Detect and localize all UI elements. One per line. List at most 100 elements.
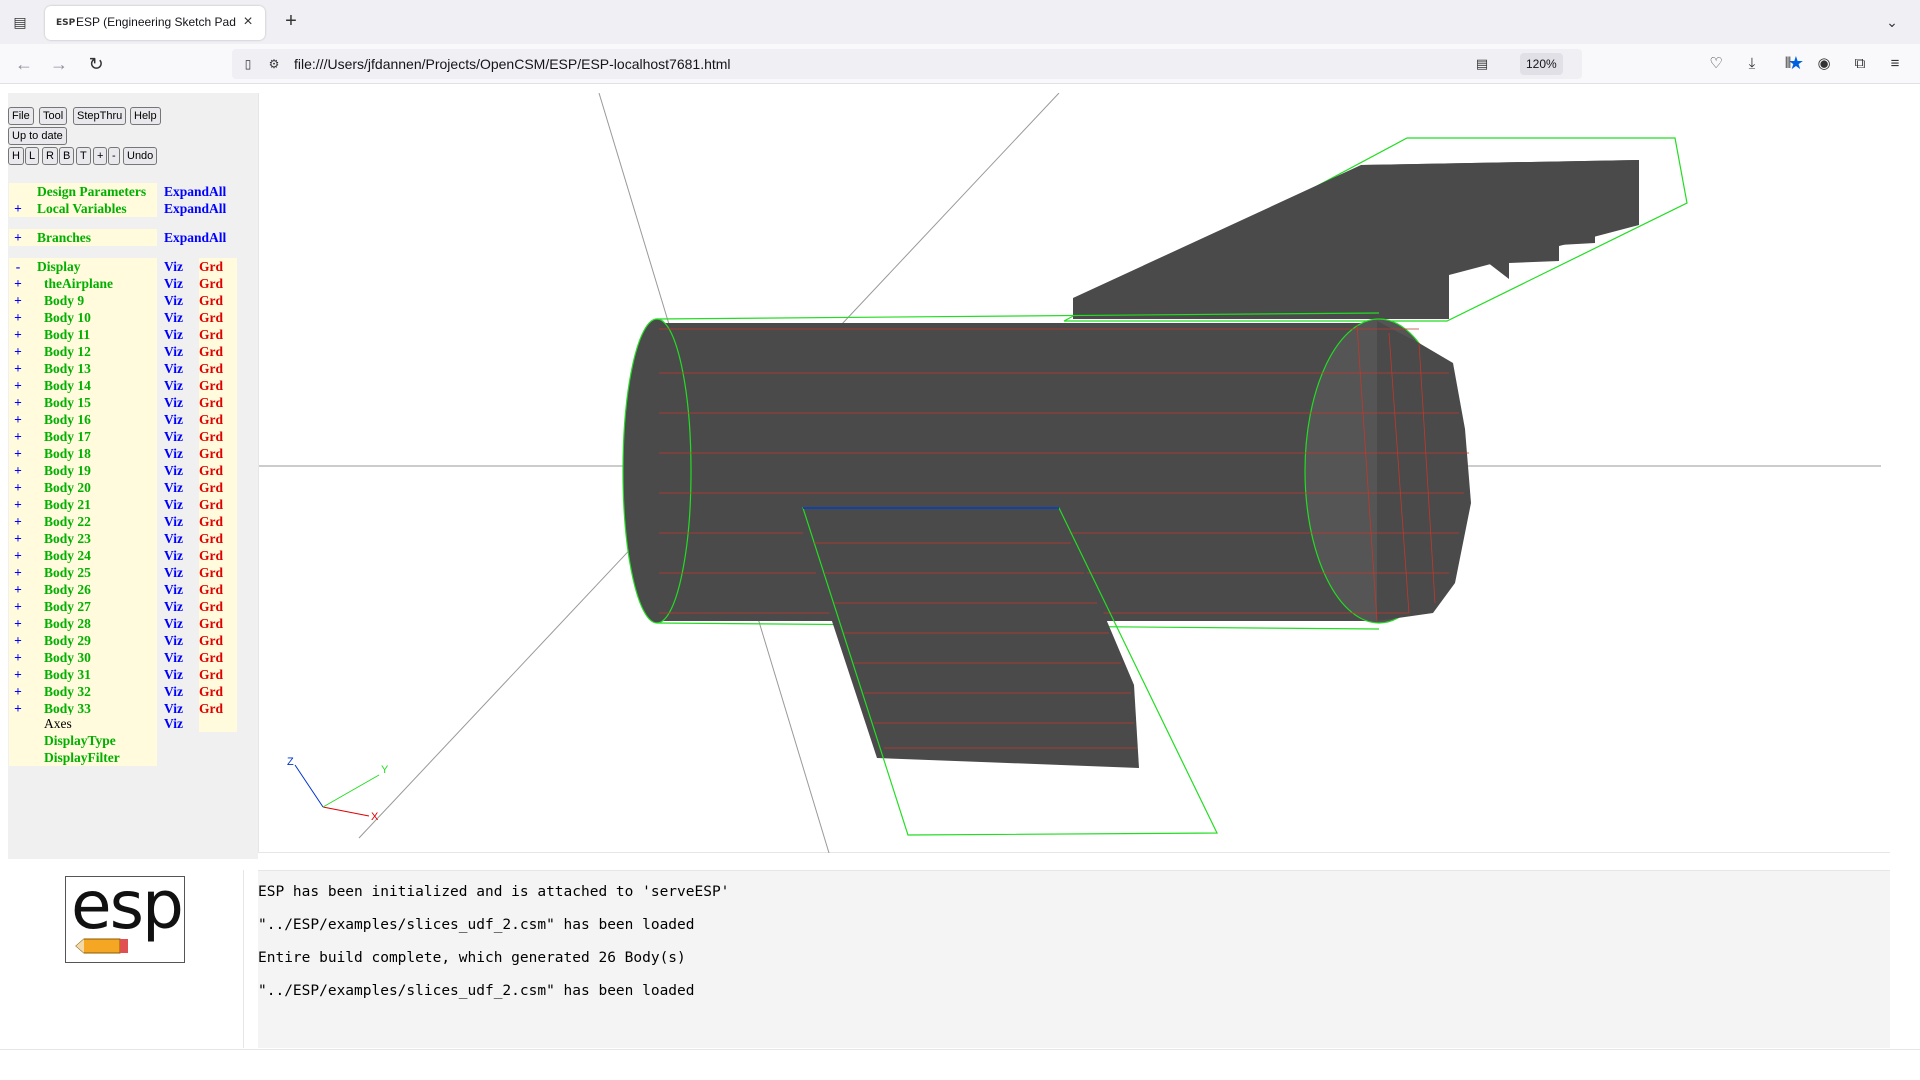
- body-label[interactable]: Body 32: [27, 683, 157, 700]
- viz-toggle[interactable]: Viz: [164, 666, 194, 683]
- viz-toggle[interactable]: Viz: [164, 496, 194, 513]
- body-label[interactable]: Body 31: [27, 666, 157, 683]
- file-button[interactable]: File: [8, 107, 34, 125]
- expand-toggle[interactable]: +: [9, 683, 27, 700]
- expand-toggle[interactable]: +: [9, 309, 27, 326]
- expand-toggle[interactable]: +: [9, 411, 27, 428]
- grd-toggle[interactable]: Grd: [199, 428, 237, 445]
- expand-toggle[interactable]: +: [9, 496, 27, 513]
- viz-toggle[interactable]: Viz: [164, 462, 194, 479]
- body-label[interactable]: Body 23: [27, 530, 157, 547]
- grd-toggle[interactable]: Grd: [199, 343, 237, 360]
- body-label[interactable]: Body 30: [27, 649, 157, 666]
- body-label[interactable]: Body 24: [27, 547, 157, 564]
- grd-toggle[interactable]: Grd: [199, 445, 237, 462]
- viz-toggle[interactable]: Viz: [164, 428, 194, 445]
- body-label[interactable]: Body 15: [27, 394, 157, 411]
- body-label[interactable]: theAirplane: [27, 275, 157, 292]
- expand-toggle[interactable]: +: [9, 666, 27, 683]
- grd-toggle[interactable]: Grd: [199, 377, 237, 394]
- grd-toggle[interactable]: Grd: [199, 513, 237, 530]
- viz-toggle[interactable]: Viz: [164, 258, 194, 275]
- grd-toggle[interactable]: Grd: [199, 275, 237, 292]
- expand-toggle[interactable]: +: [9, 343, 27, 360]
- grd-toggle[interactable]: Grd: [199, 496, 237, 513]
- expand-all-link[interactable]: ExpandAll: [164, 200, 234, 217]
- body-label[interactable]: Body 20: [27, 479, 157, 496]
- viz-toggle[interactable]: Viz: [164, 275, 194, 292]
- viz-toggle[interactable]: Viz: [164, 411, 194, 428]
- viz-toggle[interactable]: Viz: [164, 292, 194, 309]
- viz-toggle[interactable]: Viz: [164, 615, 194, 632]
- expand-toggle[interactable]: +: [9, 200, 27, 217]
- grd-toggle[interactable]: Grd: [199, 564, 237, 581]
- expand-toggle[interactable]: +: [9, 581, 27, 598]
- grd-toggle[interactable]: Grd: [199, 360, 237, 377]
- menu-icon[interactable]: ≡: [1884, 53, 1906, 75]
- view-right-button[interactable]: R: [42, 147, 58, 165]
- grd-toggle[interactable]: Grd: [199, 292, 237, 309]
- tool-button[interactable]: Tool: [39, 107, 68, 125]
- view-top-button[interactable]: T: [76, 147, 91, 165]
- grd-toggle[interactable]: Grd: [199, 632, 237, 649]
- expand-toggle[interactable]: +: [9, 632, 27, 649]
- grd-toggle[interactable]: Grd: [199, 598, 237, 615]
- body-label[interactable]: Body 21: [27, 496, 157, 513]
- tree-label[interactable]: Local Variables: [27, 200, 157, 217]
- grd-toggle[interactable]: Grd: [199, 615, 237, 632]
- expand-toggle[interactable]: +: [9, 649, 27, 666]
- zoom-in-button[interactable]: +: [93, 147, 108, 165]
- expand-toggle[interactable]: +: [9, 229, 27, 246]
- viz-toggle[interactable]: Viz: [164, 513, 194, 530]
- viz-toggle[interactable]: Viz: [164, 715, 194, 732]
- body-label[interactable]: Body 14: [27, 377, 157, 394]
- expand-toggle[interactable]: +: [9, 598, 27, 615]
- view-home-button[interactable]: H: [8, 147, 24, 165]
- chevron-down-icon[interactable]: ⌄: [1882, 12, 1902, 32]
- zoom-out-button[interactable]: -: [108, 147, 120, 165]
- body-label[interactable]: Body 11: [27, 326, 157, 343]
- grd-toggle[interactable]: Grd: [199, 326, 237, 343]
- expand-all-link[interactable]: ExpandAll: [164, 229, 234, 246]
- tree-label[interactable]: Branches: [27, 229, 157, 246]
- viz-toggle[interactable]: Viz: [164, 343, 194, 360]
- account-icon[interactable]: ◉: [1813, 53, 1835, 75]
- browser-tab[interactable]: ESP ESP (Engineering Sketch Pad, V ×: [45, 6, 265, 40]
- tree-label[interactable]: Design Parameters: [27, 183, 157, 200]
- tree-label[interactable]: DisplayFilter: [27, 749, 157, 766]
- status-button[interactable]: Up to date: [8, 127, 67, 145]
- message-window[interactable]: ESP has been initialized and is attached…: [258, 870, 1890, 1048]
- tree-label[interactable]: Axes: [27, 715, 157, 732]
- body-label[interactable]: Body 16: [27, 411, 157, 428]
- grd-toggle[interactable]: Grd: [199, 547, 237, 564]
- body-label[interactable]: Body 28: [27, 615, 157, 632]
- view-left-button[interactable]: L: [25, 147, 40, 165]
- expand-all-link[interactable]: ExpandAll: [164, 183, 234, 200]
- expand-toggle[interactable]: +: [9, 394, 27, 411]
- url-text[interactable]: file:///Users/jfdannen/Projects/OpenCSM/…: [294, 56, 731, 72]
- tree-label[interactable]: DisplayType: [27, 732, 157, 749]
- body-label[interactable]: Body 9: [27, 292, 157, 309]
- viz-toggle[interactable]: Viz: [164, 598, 194, 615]
- grd-toggle[interactable]: Grd: [199, 530, 237, 547]
- expand-toggle[interactable]: +: [9, 547, 27, 564]
- body-label[interactable]: Body 13: [27, 360, 157, 377]
- model-canvas[interactable]: X Y Z: [259, 93, 1891, 853]
- viz-toggle[interactable]: Viz: [164, 445, 194, 462]
- expand-toggle[interactable]: +: [9, 360, 27, 377]
- viz-toggle[interactable]: Viz: [164, 377, 194, 394]
- expand-toggle[interactable]: +: [9, 462, 27, 479]
- expand-toggle[interactable]: +: [9, 513, 27, 530]
- collapse-toggle[interactable]: -: [9, 258, 27, 275]
- body-label[interactable]: Body 22: [27, 513, 157, 530]
- pocket-icon[interactable]: ♡: [1705, 53, 1727, 75]
- new-tab-button[interactable]: +: [280, 10, 302, 32]
- expand-toggle[interactable]: +: [9, 275, 27, 292]
- view-bottom-button[interactable]: B: [59, 147, 75, 165]
- close-tab-icon[interactable]: ×: [239, 13, 257, 31]
- expand-toggle[interactable]: +: [9, 479, 27, 496]
- viz-toggle[interactable]: Viz: [164, 547, 194, 564]
- stepthru-button[interactable]: StepThru: [73, 107, 127, 125]
- reader-view-icon[interactable]: ▤: [1474, 56, 1490, 72]
- viz-toggle[interactable]: Viz: [164, 581, 194, 598]
